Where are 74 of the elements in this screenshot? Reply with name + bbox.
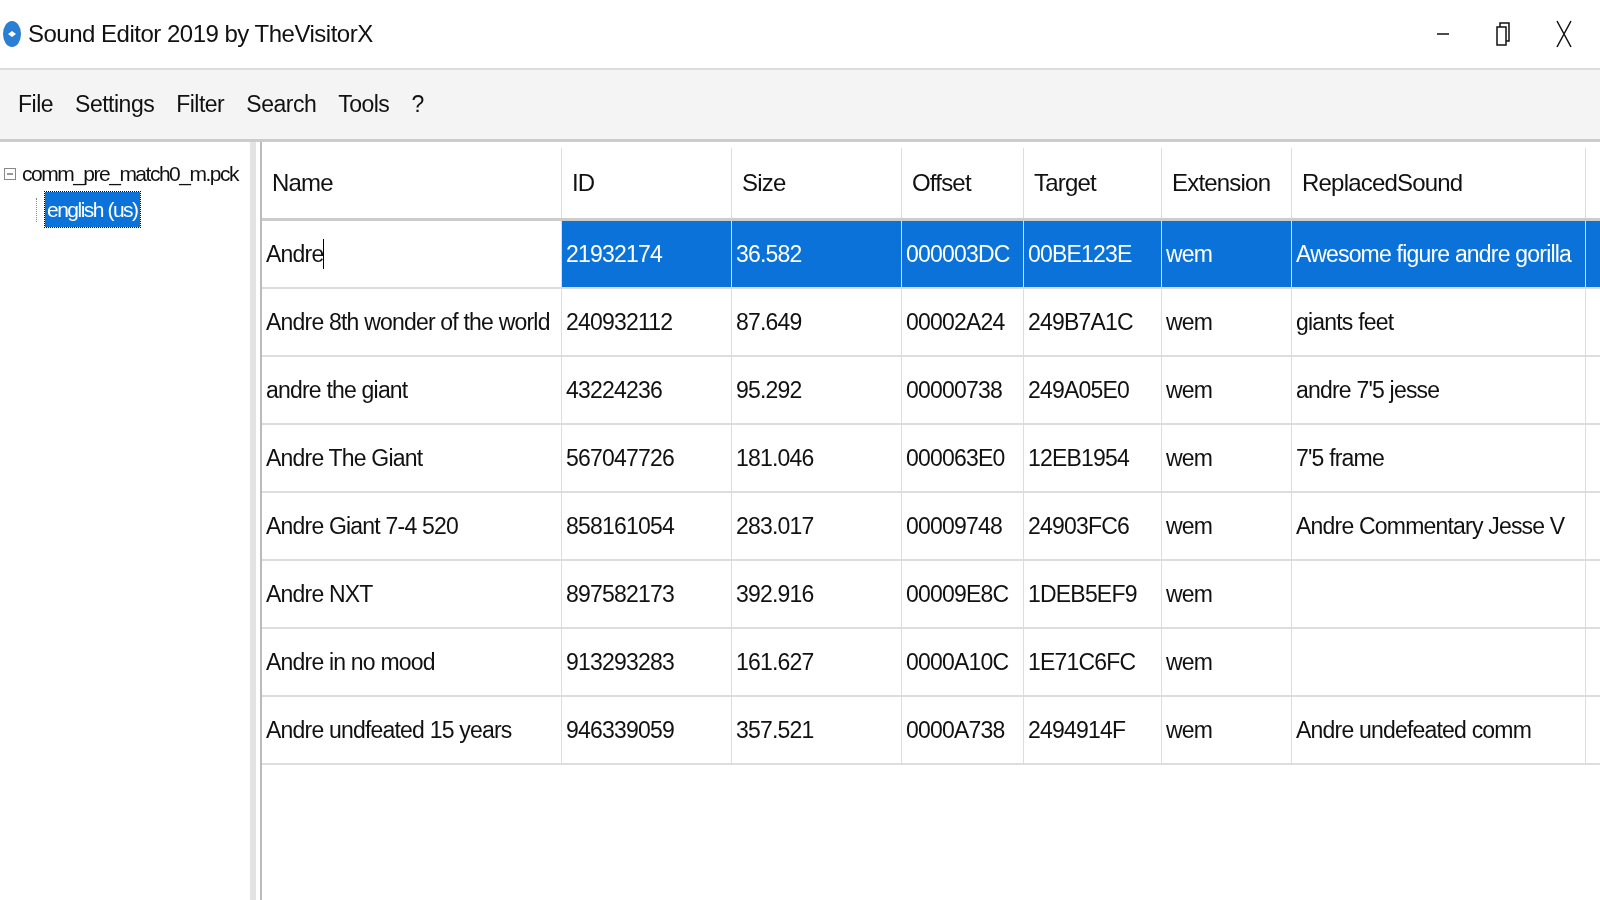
table-cell: 181.046 (732, 425, 902, 491)
tree-item[interactable]: comm_pre_match0_m.pck (20, 156, 240, 192)
table-cell: 1DEB5EF9 (1024, 561, 1162, 627)
app-icon (2, 20, 22, 48)
table-cell: 0000A738 (902, 697, 1024, 763)
table-cell: wem (1162, 561, 1292, 627)
window-title: Sound Editor 2019 by TheVisitorX (28, 20, 373, 48)
table-cell: 240932112 (562, 289, 732, 355)
menu-item[interactable]: File (18, 91, 54, 118)
column-header[interactable]: Target (1024, 148, 1162, 218)
table-cell: 161.627 (732, 629, 902, 695)
table-cell: 00BE123E (1024, 221, 1162, 287)
table-cell: 21932174 (562, 221, 732, 287)
table-cell: 00009748 (902, 493, 1024, 559)
table-cell: 1E71C6FC (1024, 629, 1162, 695)
table-cell: wem (1162, 425, 1292, 491)
table-cell: Andre undfeated 15 years (262, 697, 562, 763)
table-cell: wem (1162, 629, 1292, 695)
table-cell: wem (1162, 221, 1292, 287)
menu-item[interactable]: Filter (176, 91, 225, 118)
table-cell: 249A05E0 (1024, 357, 1162, 423)
tree-item[interactable]: english (us) (45, 192, 140, 227)
column-header[interactable]: ReplacedSound (1292, 148, 1586, 218)
table-cell: wem (1162, 357, 1292, 423)
table-cell: 000063E0 (902, 425, 1024, 491)
table-cell: Andre The Giant (262, 425, 562, 491)
menu-item[interactable]: ? (411, 91, 424, 118)
table-cell: 00000738 (902, 357, 1024, 423)
table-cell: wem (1162, 289, 1292, 355)
menu-item[interactable]: Settings (75, 91, 155, 118)
table-cell: 392.916 (732, 561, 902, 627)
table-cell: Awesome figure andre gorilla (1292, 221, 1586, 287)
collapse-icon[interactable] (4, 168, 16, 180)
table-cell: andre 7'5 jesse (1292, 357, 1586, 423)
table-cell: 87.649 (732, 289, 902, 355)
column-header[interactable]: Offset (902, 148, 1024, 218)
table-cell: Andre Giant 7-4 520 (262, 493, 562, 559)
menu-item[interactable]: Tools (338, 91, 390, 118)
table-cell: 2494914F (1024, 697, 1162, 763)
table-cell: 0000A10C (902, 629, 1024, 695)
table-cell: 7'5 frame (1292, 425, 1586, 491)
table-cell: Andre Commentary Jesse V (1292, 493, 1586, 559)
table-cell: 858161054 (562, 493, 732, 559)
table-cell: 567047726 (562, 425, 732, 491)
table-cell: 249B7A1C (1024, 289, 1162, 355)
table-cell: 283.017 (732, 493, 902, 559)
table-cell: Andre undefeated comm (1292, 697, 1586, 763)
close-icon[interactable] (1556, 20, 1572, 48)
table-cell: 946339059 (562, 697, 732, 763)
menu-item[interactable]: Search (246, 91, 317, 118)
table-cell: 12EB1954 (1024, 425, 1162, 491)
table-cell: 36.582 (732, 221, 902, 287)
table-cell: wem (1162, 493, 1292, 559)
column-header[interactable]: Extension (1162, 148, 1292, 218)
table-cell: 43224236 (562, 357, 732, 423)
column-header[interactable]: Name (262, 148, 562, 218)
restore-icon[interactable] (1496, 21, 1510, 47)
table-cell: wem (1162, 697, 1292, 763)
table-cell: 357.521 (732, 697, 902, 763)
table-cell: 897582173 (562, 561, 732, 627)
column-header[interactable]: Size (732, 148, 902, 218)
table-cell: 00002A24 (902, 289, 1024, 355)
table-cell: 000003DC (902, 221, 1024, 287)
edit-field[interactable]: Andre (262, 221, 562, 287)
table-cell: Andre in no mood (262, 629, 562, 695)
table-cell: 24903FC6 (1024, 493, 1162, 559)
table-cell: Andre NXT (262, 561, 562, 627)
table-cell: 95.292 (732, 357, 902, 423)
column-header[interactable]: ID (562, 148, 732, 218)
table-cell: Andre 8th wonder of the world (262, 289, 562, 355)
table-cell: 913293283 (562, 629, 732, 695)
table-cell: 00009E8C (902, 561, 1024, 627)
table-cell: giants feet (1292, 289, 1586, 355)
table-cell: andre the giant (262, 357, 562, 423)
